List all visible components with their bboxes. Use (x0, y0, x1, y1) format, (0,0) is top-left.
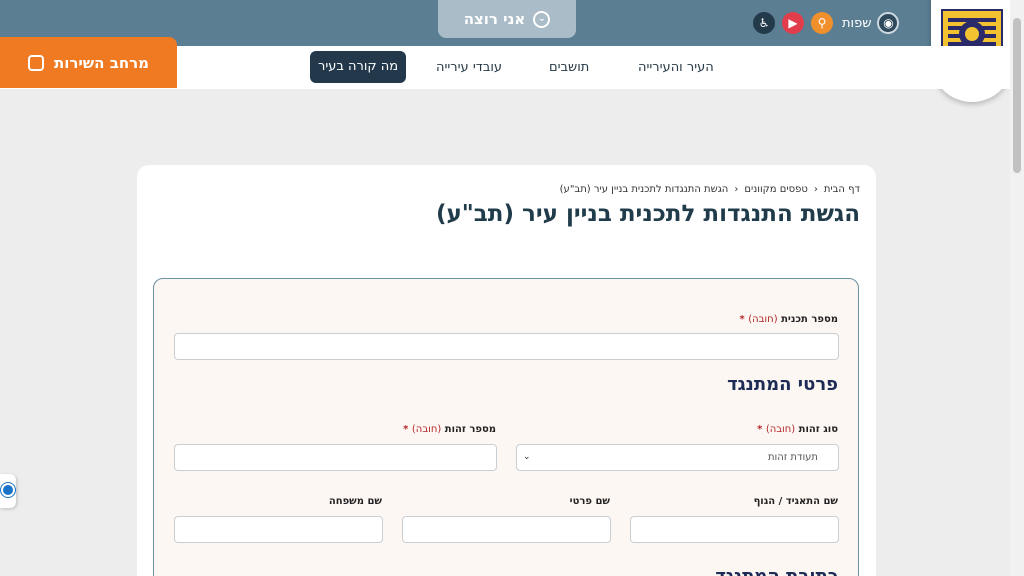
breadcrumb-separator: ‹ (734, 184, 739, 195)
megaphone-icon[interactable]: ▶ (782, 12, 804, 34)
page-title: הגשת התנגדות לתכנית בניין עיר (תב"ע) (435, 201, 860, 227)
nav-item-employees[interactable]: עובדי עירייה (436, 46, 502, 89)
required-note: (חובה) (411, 424, 442, 435)
breadcrumb-separator: ‹ (813, 184, 818, 195)
plan-number-text: מספר תכנית (781, 314, 838, 325)
required-note: (חובה) (765, 424, 796, 435)
id-type-text: סוג זהות (798, 424, 838, 435)
id-type-value: תעודת זהות (767, 452, 818, 463)
id-number-input[interactable] (174, 444, 497, 471)
id-number-text: מספר זהות (444, 424, 496, 435)
last-name-input[interactable] (174, 516, 383, 543)
id-type-label: סוג זהות (חובה) * (757, 424, 838, 435)
breadcrumb-current: הגשת התנגדות לתכנית בניין עיר (תב"ע) (559, 184, 729, 195)
search-icon[interactable]: ⚲ (811, 12, 833, 34)
languages-label: שפות (842, 15, 872, 31)
first-name-input[interactable] (402, 516, 611, 543)
globe-icon: ◉ (877, 12, 900, 34)
required-star: * (757, 424, 763, 435)
corp-name-label: שם התאגיד / הגוף (753, 496, 838, 507)
nav-item-whats-happening[interactable]: מה קורה בעיר (310, 51, 407, 83)
chat-icon (1, 483, 15, 497)
breadcrumb-forms[interactable]: טפסים מקוונים (744, 184, 807, 195)
scrollbar[interactable] (1010, 0, 1024, 576)
accessibility-icon[interactable]: ♿ (753, 12, 775, 34)
service-zone-button[interactable]: מרחב השירות (0, 37, 177, 88)
required-star: * (403, 424, 409, 435)
objector-section-heading: פרטי המתנגד (727, 374, 838, 395)
corp-name-input[interactable] (630, 516, 839, 543)
chevron-down-icon: ⌄ (523, 452, 531, 462)
breadcrumb-home[interactable]: דף הבית (824, 184, 860, 195)
plan-number-label: מספר תכנית (חובה) * (740, 314, 839, 325)
plan-number-input[interactable] (174, 333, 839, 360)
last-name-label: שם משפחה (328, 496, 382, 507)
address-section-heading: כתובת המתנגד (715, 566, 838, 576)
chat-widget-tab[interactable] (0, 474, 16, 508)
scrollbar-thumb[interactable] (1013, 18, 1021, 173)
nav-item-city[interactable]: העיר והעירייה (638, 46, 714, 89)
service-zone-label: מרחב השירות (53, 53, 150, 72)
note-icon (27, 54, 44, 71)
i-want-label: אני רוצה (463, 10, 526, 28)
nav-item-residents[interactable]: תושבים (549, 46, 589, 89)
required-star: * (739, 314, 745, 325)
chevron-down-icon: ⌄ (533, 10, 551, 28)
first-name-label: שם פרטי (569, 496, 610, 507)
id-number-label: מספר זהות (חובה) * (403, 424, 496, 435)
languages-button[interactable]: ◉ שפות (842, 12, 900, 34)
id-type-select[interactable]: תעודת זהות ⌄ (516, 444, 839, 471)
required-note: (חובה) (748, 314, 778, 325)
i-want-button[interactable]: ⌄ אני רוצה (438, 0, 576, 38)
breadcrumb: דף הבית ‹ טפסים מקוונים ‹ הגשת התנגדות לתכני… (560, 184, 860, 195)
